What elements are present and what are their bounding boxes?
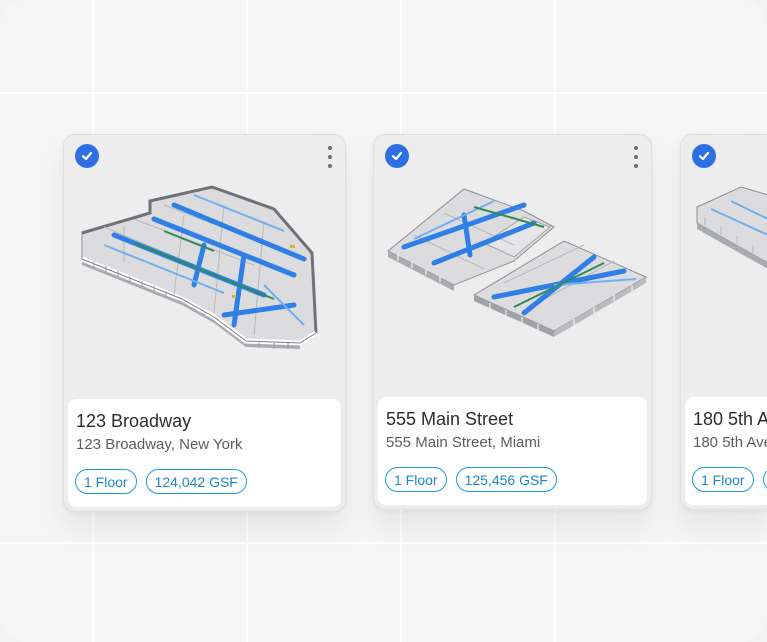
selected-check[interactable]: [385, 144, 409, 168]
tag-list: 1 Floor 124,042 GSF: [75, 469, 247, 494]
tag-list: 1 Floor: [692, 467, 767, 492]
check-icon: [81, 151, 93, 161]
floor-count-tag: 1 Floor: [692, 467, 754, 492]
floorplan-thumbnail: [374, 135, 651, 400]
floor-count-tag: 1 Floor: [385, 467, 447, 492]
building-card[interactable]: 123 Broadway 123 Broadway, New York 1 Fl…: [63, 134, 346, 512]
more-options-icon[interactable]: [325, 146, 335, 168]
building-card[interactable]: 555 Main Street 555 Main Street, Miami 1…: [373, 134, 652, 510]
building-title: 180 5th A: [693, 409, 767, 429]
gsf-tag: 124,042 GSF: [145, 469, 247, 494]
building-card[interactable]: 180 5th A 180 5th Ave 1 Floor: [680, 134, 767, 510]
gsf-tag: 125,456 GSF: [455, 467, 557, 492]
building-address: 123 Broadway, New York: [76, 436, 243, 453]
floorplan-3d-image: [387, 188, 648, 337]
selected-check[interactable]: [75, 144, 99, 168]
floorplan-3d-image: [696, 186, 767, 269]
building-title: 555 Main Street: [386, 409, 514, 429]
floorplan-3d-image: [81, 185, 318, 349]
building-address: 180 5th Ave: [693, 434, 767, 451]
tag-list: 1 Floor 125,456 GSF: [385, 467, 557, 492]
card-details: 123 Broadway 123 Broadway, New York 1 Fl…: [68, 399, 341, 507]
floorplan-thumbnail: [681, 135, 767, 400]
check-icon: [698, 151, 710, 161]
building-title: 123 Broadway: [76, 411, 192, 431]
gsf-tag: [762, 467, 767, 492]
building-address: 555 Main Street, Miami: [386, 434, 541, 451]
more-options-icon[interactable]: [631, 146, 641, 168]
floorplan-thumbnail: [64, 135, 345, 400]
selected-check[interactable]: [692, 144, 716, 168]
check-icon: [391, 151, 403, 161]
card-details: 555 Main Street 555 Main Street, Miami 1…: [378, 397, 647, 505]
floor-count-tag: 1 Floor: [75, 469, 137, 494]
card-details: 180 5th A 180 5th Ave 1 Floor: [685, 397, 767, 505]
